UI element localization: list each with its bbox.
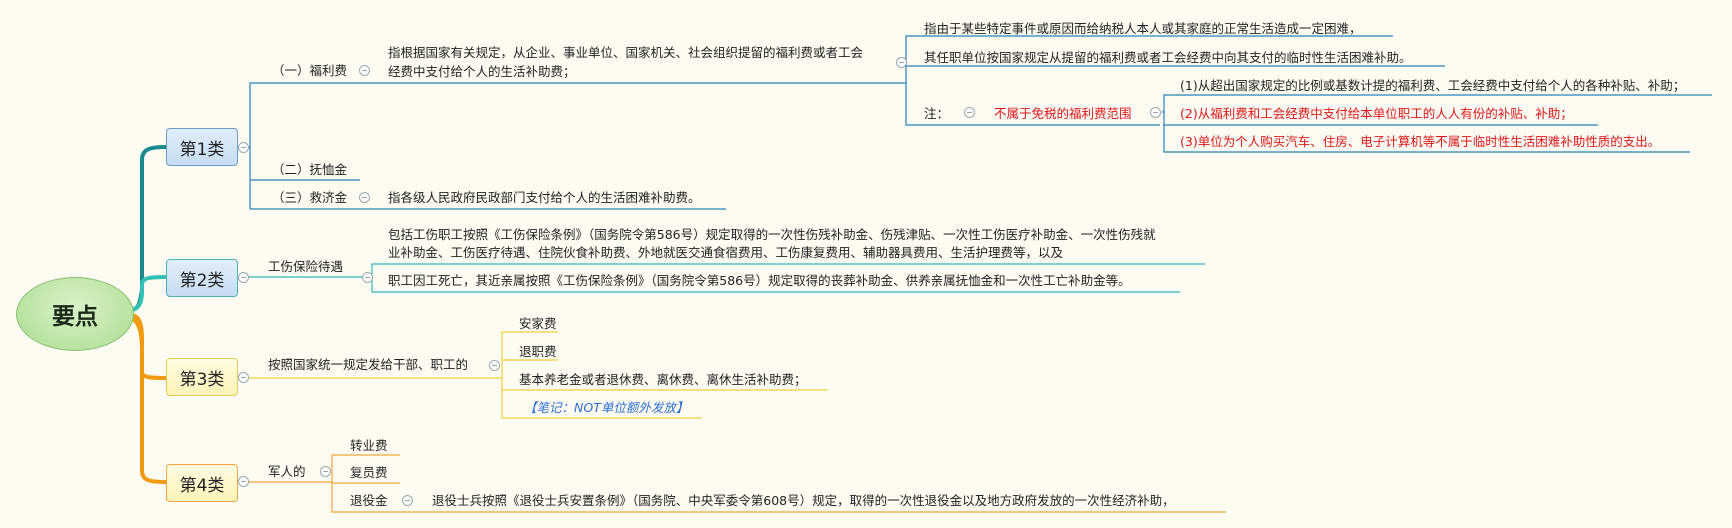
military-node[interactable]: 军人的	[268, 464, 306, 479]
work-injury-desc-line2: 业补助金、工伤医疗待遇、住院伙食补助费、外地就医交通食宿费用、工伤康复费用、辅助…	[388, 245, 1064, 260]
work-injury-node[interactable]: 工伤保险待遇	[268, 259, 343, 274]
relief-fund-desc: 指各级人民政府民政部门支付给个人的生活困难补助费。	[388, 190, 701, 205]
note-item-1: (1)从超出国家规定的比例或基数计提的福利费、工会经费中支付给个人的各种补贴、补…	[1180, 78, 1686, 93]
transfer-fee: 转业费	[350, 438, 388, 453]
collapse-icon[interactable]: −	[359, 192, 370, 203]
not-exempt-title: 不属于免税的福利费范围	[994, 106, 1132, 121]
collapse-icon[interactable]: −	[238, 272, 249, 283]
resignation-fee: 退职费	[519, 344, 557, 359]
category-3-label: 第3类	[179, 369, 225, 390]
collapse-icon[interactable]: −	[896, 57, 907, 68]
settlement-fee: 安家费	[519, 316, 557, 331]
collapse-icon[interactable]: −	[238, 372, 249, 383]
retirement-pay-node[interactable]: 退役金	[350, 493, 388, 508]
collapse-icon[interactable]: −	[1150, 107, 1161, 118]
note-label: 注：	[924, 106, 950, 121]
work-death-desc: 职工因工死亡，其近亲属按照《工伤保险条例》（国务院令第586号）规定取得的丧葬补…	[388, 273, 1131, 288]
note-item-2: (2)从福利费和工会经费中支付给本单位职工的人人有份的补贴、补助；	[1180, 106, 1573, 121]
root-label: 要点	[52, 304, 98, 330]
pension-node[interactable]: （二）抚恤金	[272, 162, 347, 177]
category-1-label: 第1类	[179, 139, 225, 160]
hardship-subsidy-line1: 指由于某些特定事件或原因而给纳税人本人或其家庭的正常生活造成一定困难，	[924, 21, 1362, 36]
category-4-node[interactable]: 第4类	[166, 464, 238, 502]
study-note: 【笔记：NOT单位额外发放】	[524, 400, 689, 415]
relief-fund-node[interactable]: （三）救济金	[272, 190, 347, 205]
collapse-icon[interactable]: −	[964, 107, 975, 118]
collapse-icon[interactable]: −	[238, 476, 249, 487]
welfare-desc-line1: 指根据国家有关规定，从企业、事业单位、国家机关、社会组织提留的福利费或者工会	[388, 45, 864, 60]
collapse-icon[interactable]: −	[320, 466, 331, 477]
welfare-desc-line2: 经费中支付给个人的生活补助费；	[388, 64, 576, 79]
demobilization-fee: 复员费	[350, 465, 388, 480]
collapse-icon[interactable]: −	[359, 65, 370, 76]
category-2-node[interactable]: 第2类	[166, 259, 238, 297]
welfare-fee-node[interactable]: （一）福利费	[272, 63, 347, 78]
collapse-icon[interactable]: −	[489, 360, 500, 371]
collapse-icon[interactable]: −	[402, 495, 413, 506]
category-1-node[interactable]: 第1类	[166, 128, 238, 166]
collapse-icon[interactable]: −	[362, 272, 373, 283]
category-3-node[interactable]: 第3类	[166, 358, 238, 396]
hardship-subsidy-line2: 其任职单位按国家规定从提留的福利费或者工会经费中向其支付的临时性生活困难补助。	[924, 50, 1412, 65]
root-node[interactable]: 要点	[16, 277, 134, 351]
category-4-label: 第4类	[179, 475, 225, 496]
category-2-label: 第2类	[179, 270, 225, 291]
collapse-icon[interactable]: −	[238, 142, 249, 153]
work-injury-desc-line1: 包括工伤职工按照《工伤保险条例》（国务院令第586号）规定取得的一次性伤残补助金…	[388, 227, 1156, 242]
note-item-3: (3)单位为个人购买汽车、住房、电子计算机等不属于临时性生活困难补助性质的支出。	[1180, 134, 1661, 149]
retirement-fees: 基本养老金或者退休费、离休费、离休生活补助费；	[519, 372, 807, 387]
retirement-pay-desc: 退役士兵按照《退役士兵安置条例》（国务院、中央军委令第608号）规定，取得的一次…	[432, 493, 1175, 508]
unified-payment-node[interactable]: 按照国家统一规定发给干部、职工的	[268, 357, 468, 372]
